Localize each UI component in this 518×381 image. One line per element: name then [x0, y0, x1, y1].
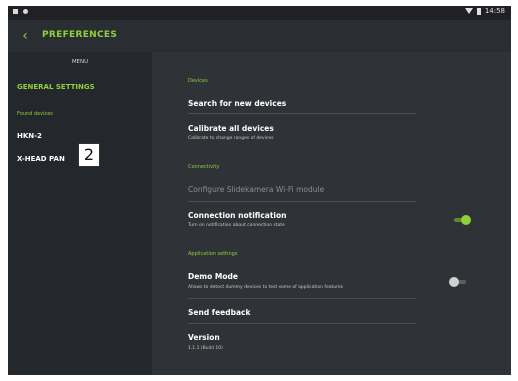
send-feedback-item[interactable]: Send feedback — [188, 308, 250, 317]
sidebar-item-device[interactable]: X-HEAD PAN — [17, 155, 65, 163]
annotation-badge: 2 — [78, 143, 100, 167]
sidebar-menu-label: MENU — [71, 59, 89, 65]
connection-notification-item[interactable]: Connection notification — [188, 211, 287, 220]
sidebar-item-device[interactable]: HKN-2 — [17, 132, 42, 140]
status-icons-right: 14:58 — [464, 7, 505, 15]
demo-mode-subtitle: Allows to detect dummy devices to test s… — [188, 285, 343, 290]
status-icons-left — [13, 9, 28, 14]
battery-icon — [476, 7, 481, 15]
found-devices-label: Found devices — [17, 111, 53, 117]
version-value: 1.1.1 (Build 10) — [188, 346, 223, 351]
wifi-icon — [464, 8, 473, 14]
back-arrow-icon[interactable]: ‹ — [18, 28, 32, 44]
demo-mode-item[interactable]: Demo Mode — [188, 272, 238, 281]
app-window: 14:58 ‹ PREFERENCES MENU GENERAL SETTING… — [8, 6, 511, 375]
page-title: PREFERENCES — [42, 30, 118, 40]
version-label: Version — [188, 333, 220, 342]
sidebar: MENU GENERAL SETTINGS Found devices HKN-… — [8, 52, 152, 375]
configure-wifi-item: Configure Slidekamera Wi-Fi module — [188, 185, 325, 194]
divider — [188, 323, 416, 324]
status-bar: 14:58 — [8, 6, 511, 20]
section-application-settings: Application settings — [188, 251, 238, 257]
search-devices-item[interactable]: Search for new devices — [188, 99, 286, 108]
status-time: 14:58 — [484, 7, 505, 15]
section-devices: Devices — [188, 78, 208, 84]
calibrate-devices-subtitle: Calibrate to change ranges of devices — [188, 136, 274, 141]
sidebar-item-general-settings[interactable]: GENERAL SETTINGS — [17, 83, 95, 91]
demo-mode-toggle[interactable] — [449, 277, 467, 287]
divider — [188, 113, 416, 114]
connection-notification-subtitle: Turn on notification about connection st… — [188, 223, 285, 228]
notification-icon — [13, 9, 18, 14]
toggle-knob — [449, 277, 459, 287]
calibrate-devices-item[interactable]: Calibrate all devices — [188, 124, 274, 133]
connection-notification-toggle[interactable] — [453, 215, 471, 225]
record-icon — [23, 9, 28, 14]
app-header: ‹ PREFERENCES — [8, 20, 511, 52]
settings-panel: Devices Search for new devices Calibrate… — [152, 52, 511, 375]
divider — [188, 201, 416, 202]
toggle-knob — [461, 215, 471, 225]
section-connectivity: Connectivity — [188, 164, 220, 170]
divider — [188, 298, 416, 299]
